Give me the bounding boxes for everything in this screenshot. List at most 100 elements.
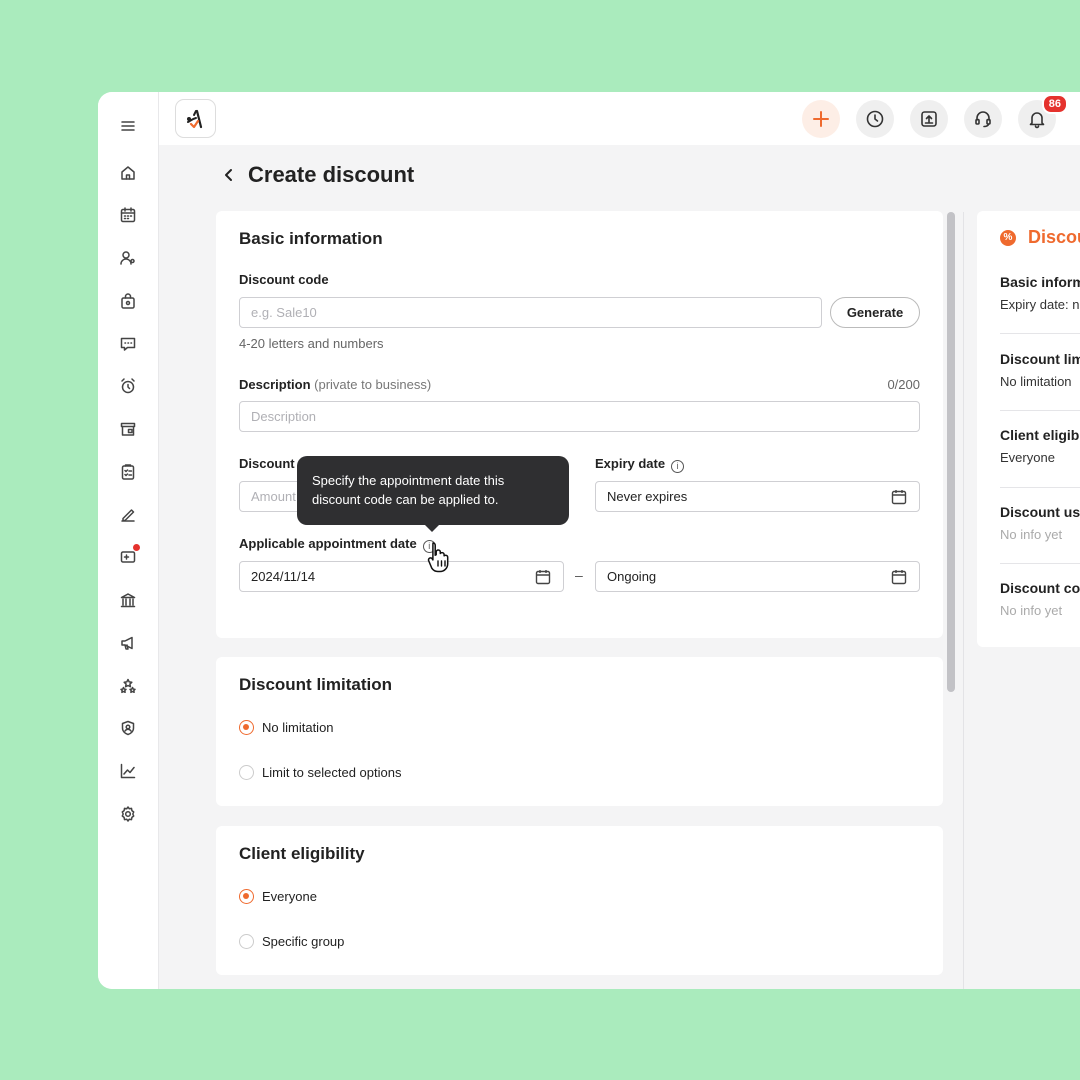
page-header: Create discount bbox=[220, 162, 414, 188]
divider bbox=[1000, 563, 1080, 564]
scrollbar[interactable] bbox=[947, 212, 955, 692]
back-arrow-icon[interactable] bbox=[220, 166, 238, 184]
store-icon[interactable] bbox=[117, 418, 139, 440]
summary-section-value: Expiry date: never expires bbox=[1000, 297, 1080, 312]
summary-section-title: Client eligibility bbox=[1000, 427, 1080, 443]
generate-button[interactable]: Generate bbox=[830, 297, 920, 328]
summary-section-value: No info yet bbox=[1000, 527, 1063, 542]
messages-icon[interactable] bbox=[117, 333, 139, 355]
app-window: 86 Create discount Basic information Dis… bbox=[98, 92, 1080, 989]
summary-section-eligibility: Client eligibility Everyone bbox=[1000, 427, 1080, 465]
expiry-date-label: Expiry date i bbox=[595, 456, 685, 473]
menu-icon[interactable] bbox=[117, 115, 139, 137]
radio-selected-icon bbox=[239, 720, 254, 735]
appointment-date-label-text: Applicable appointment date bbox=[239, 536, 417, 551]
team-icon[interactable] bbox=[117, 717, 139, 739]
radio-label: No limitation bbox=[262, 720, 334, 735]
summary-header: % Discount summary bbox=[1000, 227, 1080, 248]
radio-limit-selected[interactable]: Limit to selected options bbox=[239, 765, 401, 780]
section-title: Basic information bbox=[239, 229, 383, 248]
edit-icon[interactable] bbox=[117, 504, 139, 526]
home-icon[interactable] bbox=[117, 162, 139, 184]
description-sub-label: (private to business) bbox=[314, 377, 432, 392]
expiry-date-label-text: Expiry date bbox=[595, 456, 666, 471]
code-hint: 4-20 letters and numbers bbox=[239, 336, 384, 351]
description-label-text: Description bbox=[239, 377, 311, 392]
summary-section-limitation: Discount limitation No limitation bbox=[1000, 351, 1080, 389]
marketing-icon[interactable] bbox=[117, 544, 140, 568]
summary-section-value: No limitation bbox=[1000, 374, 1072, 389]
summary-section-title: Basic information bbox=[1000, 274, 1080, 290]
analytics-icon[interactable] bbox=[117, 760, 139, 782]
notification-dot bbox=[133, 544, 140, 551]
discount-summary-panel: % Discount summary Basic information Exp… bbox=[977, 211, 1080, 647]
radio-everyone[interactable]: Everyone bbox=[239, 889, 317, 904]
products-icon[interactable] bbox=[117, 290, 139, 312]
section-title: Discount limitation bbox=[239, 675, 392, 694]
panel-divider bbox=[963, 212, 964, 989]
add-button[interactable] bbox=[802, 100, 840, 138]
appointment-end-date-value: Ongoing bbox=[607, 569, 657, 584]
date-range-separator: – bbox=[575, 567, 583, 583]
page-title: Create discount bbox=[248, 162, 415, 187]
calendar-icon bbox=[891, 489, 907, 505]
expiry-date-input[interactable]: Never expires bbox=[595, 481, 920, 512]
reviews-icon[interactable] bbox=[117, 675, 139, 697]
appointment-end-date-input[interactable]: Ongoing bbox=[595, 561, 920, 592]
summary-section-title: Discount limitation bbox=[1000, 351, 1080, 367]
info-icon[interactable]: i bbox=[671, 460, 685, 473]
summary-title: Discount summary bbox=[1028, 227, 1080, 247]
clipboard-icon[interactable] bbox=[117, 461, 139, 483]
summary-section-title: Discount usage bbox=[1000, 504, 1080, 520]
history-icon[interactable] bbox=[856, 100, 894, 138]
summary-section-usage: Discount usage No info yet bbox=[1000, 504, 1080, 542]
summary-section-basic: Basic information Expiry date: never exp… bbox=[1000, 274, 1080, 312]
client-eligibility-card: Client eligibility Everyone Specific gro… bbox=[216, 826, 943, 975]
discount-code-input[interactable]: e.g. Sale10 bbox=[239, 297, 822, 328]
top-bar: 86 bbox=[159, 92, 1080, 145]
description-input[interactable]: Description bbox=[239, 401, 920, 432]
section-title: Client eligibility bbox=[239, 844, 365, 863]
description-counter: 0/200 bbox=[887, 377, 920, 392]
divider bbox=[1000, 333, 1080, 334]
notifications-icon[interactable]: 86 bbox=[1018, 94, 1068, 138]
discount-badge-icon: % bbox=[1000, 229, 1016, 246]
tooltip: Specify the appointment date this discou… bbox=[297, 456, 569, 532]
discount-amount-label: Discount bbox=[239, 456, 295, 471]
radio-unselected-icon bbox=[239, 934, 254, 949]
radio-selected-icon bbox=[239, 889, 254, 904]
support-icon[interactable] bbox=[964, 100, 1002, 138]
radio-label: Specific group bbox=[262, 934, 345, 949]
clients-icon[interactable] bbox=[117, 247, 139, 269]
summary-section-value: Everyone bbox=[1000, 450, 1055, 465]
radio-label: Everyone bbox=[262, 889, 317, 904]
megaphone-icon[interactable] bbox=[117, 632, 139, 654]
bank-icon[interactable] bbox=[117, 589, 139, 611]
calendar-icon bbox=[891, 569, 907, 585]
summary-section-value: No info yet bbox=[1000, 603, 1063, 618]
radio-unselected-icon bbox=[239, 765, 254, 780]
discount-limitation-card: Discount limitation No limitation Limit … bbox=[216, 657, 943, 806]
summary-section-code: Discount code No info yet bbox=[1000, 580, 1080, 618]
summary-section-title: Discount code bbox=[1000, 580, 1080, 596]
notification-badge: 86 bbox=[1041, 94, 1068, 114]
appointment-start-date-input[interactable]: 2024/11/14 bbox=[239, 561, 564, 592]
settings-icon[interactable] bbox=[117, 803, 139, 825]
description-label: Description (private to business) bbox=[239, 377, 431, 392]
appointment-start-date-value: 2024/11/14 bbox=[251, 569, 316, 584]
hand-cursor-icon bbox=[427, 542, 449, 573]
alarm-icon[interactable] bbox=[117, 375, 139, 397]
divider bbox=[1000, 410, 1080, 411]
app-logo[interactable] bbox=[175, 99, 216, 138]
calendar-icon[interactable] bbox=[117, 204, 139, 226]
radio-specific-group[interactable]: Specific group bbox=[239, 934, 344, 949]
appointment-date-label: Applicable appointment date i bbox=[239, 536, 436, 553]
expiry-date-value: Never expires bbox=[607, 489, 688, 504]
divider bbox=[1000, 487, 1080, 488]
upload-icon[interactable] bbox=[910, 100, 948, 138]
basic-information-card: Basic information Discount code e.g. Sal… bbox=[216, 211, 943, 638]
radio-label: Limit to selected options bbox=[262, 765, 402, 780]
sidebar bbox=[98, 92, 159, 989]
radio-no-limitation[interactable]: No limitation bbox=[239, 720, 334, 735]
discount-code-label: Discount code bbox=[239, 272, 329, 287]
